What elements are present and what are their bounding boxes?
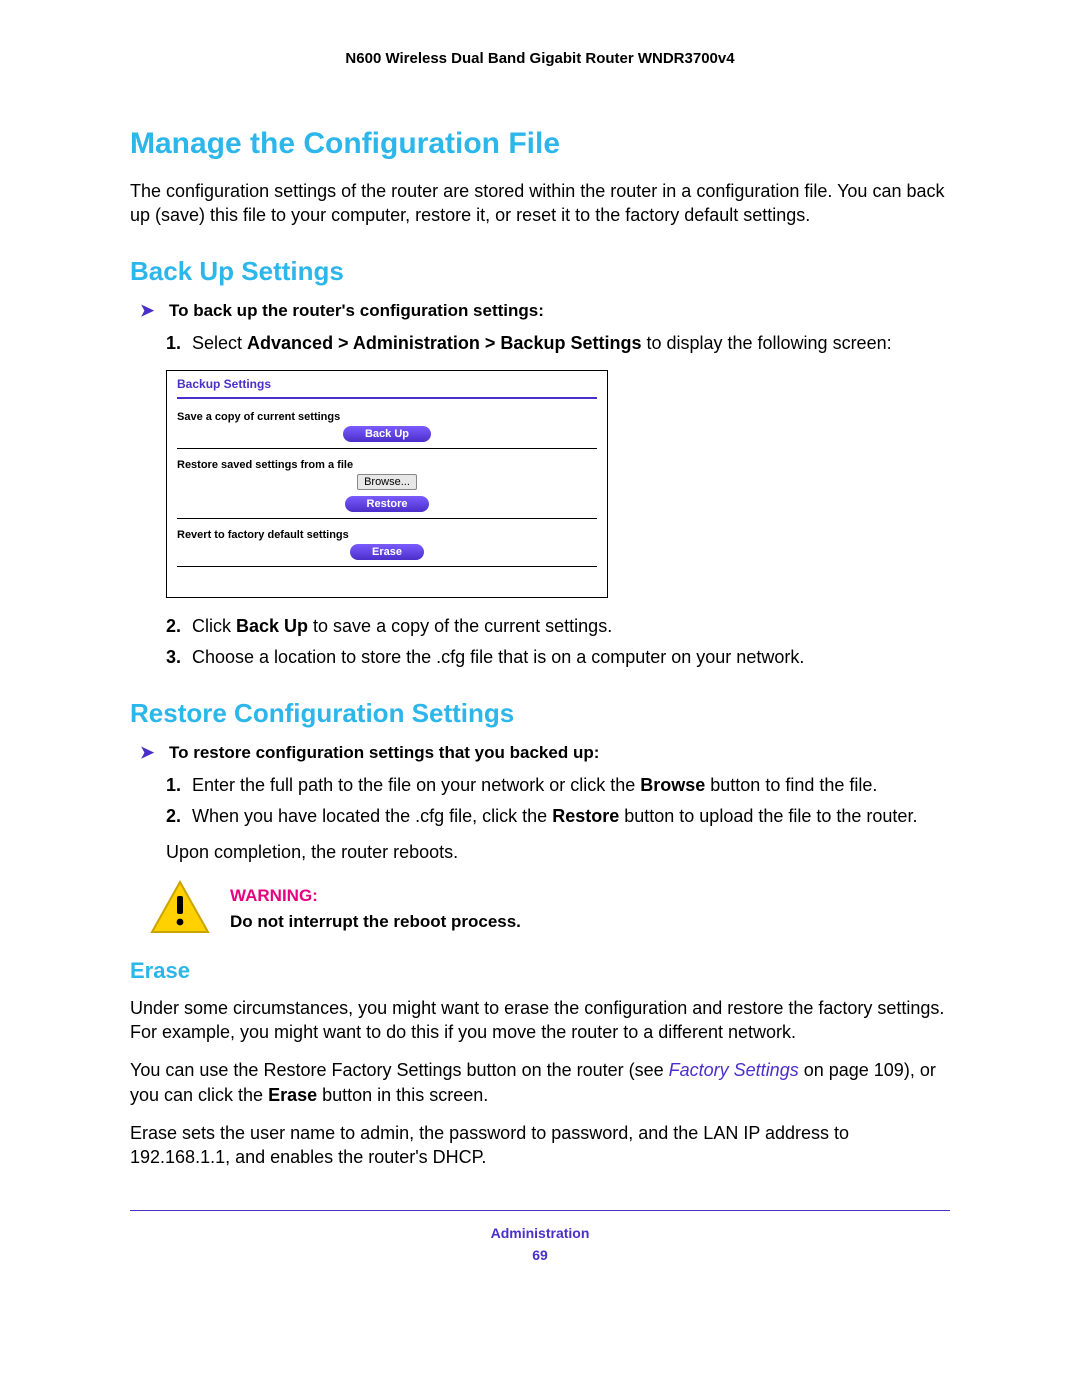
- warning-block: WARNING: Do not interrupt the reboot pro…: [150, 880, 950, 934]
- restore-step-2-post: button to upload the file to the router.: [619, 806, 917, 826]
- backup-settings-panel: Backup Settings Save a copy of current s…: [166, 370, 608, 598]
- section-erase-title: Erase: [130, 958, 950, 984]
- restore-step-2-pre: When you have located the .cfg file, cli…: [192, 806, 552, 826]
- backup-step-1-pre: Select: [192, 333, 247, 353]
- footer-page-number: 69: [130, 1247, 950, 1263]
- panel-save-label: Save a copy of current settings: [177, 411, 597, 423]
- intro-paragraph: The configuration settings of the router…: [130, 179, 950, 228]
- restore-after-text: Upon completion, the router reboots.: [166, 840, 950, 864]
- erase-p2-bold: Erase: [268, 1085, 317, 1105]
- footer-chapter: Administration: [130, 1225, 950, 1241]
- page-header-product: N600 Wireless Dual Band Gigabit Router W…: [130, 50, 950, 67]
- backup-step-1-post: to display the following screen:: [641, 333, 891, 353]
- panel-revert-label: Revert to factory default settings: [177, 529, 597, 541]
- restore-step-2-bold: Restore: [552, 806, 619, 826]
- page-title: Manage the Configuration File: [130, 127, 950, 161]
- backup-step-2-pre: Click: [192, 616, 236, 636]
- backup-step-2-post: to save a copy of the current settings.: [308, 616, 612, 636]
- section-backup-title: Back Up Settings: [130, 256, 950, 287]
- backup-step-3: 3. Choose a location to store the .cfg f…: [166, 645, 950, 670]
- panel-title: Backup Settings: [177, 377, 597, 399]
- backup-step-2-bold: Back Up: [236, 616, 308, 636]
- section-restore-title: Restore Configuration Settings: [130, 698, 950, 729]
- backup-button[interactable]: Back Up: [343, 426, 431, 442]
- erase-p2-post: button in this screen.: [317, 1085, 488, 1105]
- backup-step-2: 2. Click Back Up to save a copy of the c…: [166, 614, 950, 639]
- erase-p2-pre: You can use the Restore Factory Settings…: [130, 1060, 669, 1080]
- restore-step-1: 1. Enter the full path to the file on yo…: [166, 773, 950, 798]
- erase-para-3: Erase sets the user name to admin, the p…: [130, 1121, 950, 1170]
- restore-button[interactable]: Restore: [345, 496, 430, 512]
- erase-para-1: Under some circumstances, you might want…: [130, 996, 950, 1045]
- chevron-right-icon: ➤: [140, 743, 154, 762]
- warning-message: Do not interrupt the reboot process.: [230, 912, 521, 932]
- warning-label: WARNING:: [230, 886, 521, 906]
- factory-settings-link[interactable]: Factory Settings: [669, 1060, 799, 1080]
- page-footer: Administration 69: [130, 1210, 950, 1263]
- erase-para-2: You can use the Restore Factory Settings…: [130, 1058, 950, 1107]
- backup-procedure-heading: ➤ To back up the router's configuration …: [140, 301, 950, 321]
- restore-procedure-label: To restore configuration settings that y…: [169, 743, 599, 762]
- warning-triangle-icon: [150, 880, 210, 934]
- chevron-right-icon: ➤: [140, 301, 154, 320]
- erase-button[interactable]: Erase: [350, 544, 424, 560]
- browse-button[interactable]: Browse...: [357, 474, 417, 490]
- backup-step-1-bold: Advanced > Administration > Backup Setti…: [247, 333, 641, 353]
- restore-step-1-bold: Browse: [640, 775, 705, 795]
- backup-procedure-label: To back up the router's configuration se…: [169, 301, 544, 320]
- restore-procedure-heading: ➤ To restore configuration settings that…: [140, 743, 950, 763]
- backup-step-1: 1. Select Advanced > Administration > Ba…: [166, 331, 950, 356]
- restore-step-2: 2. When you have located the .cfg file, …: [166, 804, 950, 829]
- restore-step-1-pre: Enter the full path to the file on your …: [192, 775, 640, 795]
- restore-step-1-post: button to find the file.: [705, 775, 877, 795]
- backup-step-3-text: Choose a location to store the .cfg file…: [192, 647, 804, 667]
- panel-restore-label: Restore saved settings from a file: [177, 459, 597, 471]
